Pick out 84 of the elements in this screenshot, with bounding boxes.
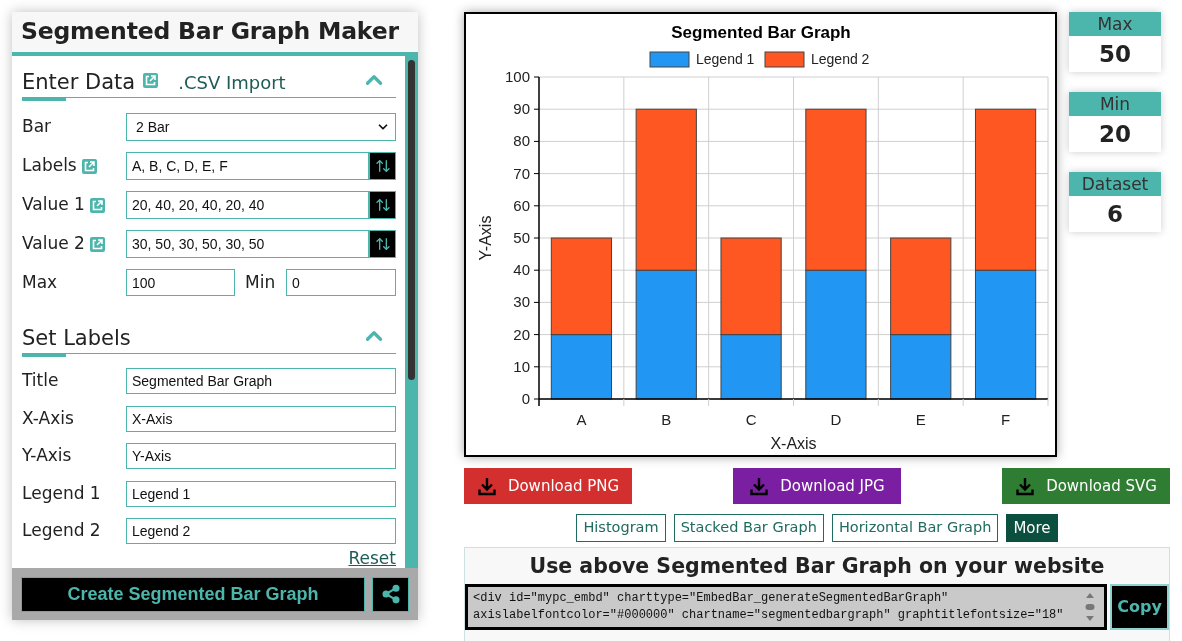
text-input[interactable]: Legend 1 [126, 480, 396, 507]
stat-value: 20 [1069, 116, 1161, 152]
y-tick-label: 0 [521, 390, 530, 407]
scrollbar-thumb[interactable] [408, 60, 415, 380]
text-input[interactable]: 20, 40, 20, 40, 20, 40 [126, 191, 369, 219]
text-input[interactable]: Segmented Bar Graph [126, 368, 396, 394]
chart-title: Segmented Bar Graph [671, 23, 851, 42]
y-tick-label: 60 [513, 196, 530, 214]
y-tick-label: 100 [504, 68, 530, 85]
reset-link[interactable]: Reset [348, 547, 396, 569]
swap-button[interactable] [369, 152, 396, 180]
download-button[interactable]: Download SVG [1002, 468, 1170, 504]
swap-arrows-icon [374, 158, 391, 174]
stat-label: Dataset [1069, 172, 1161, 196]
download-icon [749, 476, 770, 496]
y-tick-label: 80 [513, 132, 530, 150]
field-label: Labels [22, 154, 77, 178]
max-input[interactable]: 100 [126, 269, 235, 296]
field-label: Title [22, 369, 60, 393]
y-tick-label: 70 [513, 164, 530, 182]
y-tick-label: 40 [513, 261, 530, 279]
code-line: axislabelfontcolor="#000000" chartname="segmentedbargraph" graphtitlefontsize="18" [473, 607, 1065, 624]
y-tick-label: 50 [513, 229, 530, 246]
external-link-icon[interactable] [89, 197, 105, 213]
embed-heading: Use above Segmented Bar Graph on your website [528, 552, 1106, 580]
text-input[interactable]: X-Axis [126, 405, 396, 432]
swap-button[interactable] [369, 191, 396, 219]
x-axis-title: X-Axis [770, 435, 817, 452]
bar-count-select[interactable]: 2 Bar [126, 113, 396, 141]
text-input[interactable]: 30, 50, 30, 50, 30, 50 [126, 230, 369, 258]
x-tick-label: E [915, 411, 926, 428]
field-label: Max [22, 270, 59, 294]
more-button[interactable]: More [1006, 514, 1058, 542]
y-tick-label: 90 [513, 100, 530, 118]
legend-label: Legend 1 [696, 51, 755, 67]
y-axis-title: Y-Axis [477, 215, 495, 261]
download-icon [476, 476, 497, 496]
download-button[interactable]: Download PNG [464, 468, 632, 504]
x-tick-label: D [830, 411, 842, 428]
external-link-icon[interactable] [81, 158, 97, 174]
y-tick-label: 20 [513, 325, 530, 343]
min-input[interactable]: 0 [286, 269, 396, 296]
section-heading: Enter Data [22, 69, 136, 95]
related-graph-link[interactable]: Histogram [576, 514, 666, 542]
app-title: Segmented Bar Graph Maker [21, 16, 399, 48]
legend-label: Legend 2 [811, 51, 870, 67]
external-link-icon[interactable] [143, 73, 159, 88]
swap-arrows-icon [374, 197, 391, 213]
y-tick-label: 10 [513, 357, 530, 375]
external-link-icon[interactable] [89, 236, 105, 252]
stat-value: 50 [1069, 36, 1161, 72]
csv-import-link[interactable]: .CSV Import [178, 71, 286, 95]
section-heading: Set Labels [22, 325, 131, 351]
text-input[interactable]: A, B, C, D, E, F [126, 152, 369, 180]
field-label: Bar [22, 115, 53, 139]
stat-label: Max [1069, 12, 1161, 36]
x-tick-label: F [1001, 411, 1011, 428]
field-label: Min [244, 270, 277, 294]
text-input[interactable]: Legend 2 [126, 518, 396, 544]
stat-value: 6 [1069, 196, 1161, 232]
y-tick-label: 30 [513, 293, 530, 311]
field-label: Legend 2 [22, 519, 102, 543]
share-icon [380, 584, 401, 604]
copy-button[interactable]: Copy [1110, 584, 1169, 630]
text-input[interactable]: Y-Axis [126, 443, 396, 469]
swap-arrows-icon [374, 236, 391, 252]
field-label: X-Axis [22, 406, 75, 430]
swap-button[interactable] [369, 230, 396, 258]
field-label: Value 1 [22, 193, 85, 217]
x-tick-label: C [745, 411, 757, 428]
stat-label: Min [1069, 92, 1161, 116]
create-graph-button[interactable]: Create Segmented Bar Graph [21, 576, 365, 612]
embed-code-field[interactable]: <div id="mypc_embd" charttype="EmbedBar_generateSegmentedBarGraph" axislabelfontcolor="#000000" chartname="segmentedbargraph" graphtitlefontsize="18" [465, 584, 1108, 630]
download-button[interactable]: Download JPG [733, 468, 901, 504]
related-graph-link[interactable]: Horizontal Bar Graph [831, 514, 999, 542]
x-tick-label: B [661, 411, 672, 428]
share-button[interactable] [372, 576, 409, 612]
field-label: Y-Axis [22, 444, 73, 468]
download-icon [1015, 476, 1036, 496]
x-tick-label: A [576, 411, 587, 428]
field-label: Value 2 [22, 232, 85, 256]
field-label: Legend 1 [22, 481, 102, 505]
related-graph-link[interactable]: Stacked Bar Graph [673, 514, 824, 542]
code-line: <div id="mypc_embd" charttype="EmbedBar_generateSegmentedBarGraph" [473, 590, 950, 607]
